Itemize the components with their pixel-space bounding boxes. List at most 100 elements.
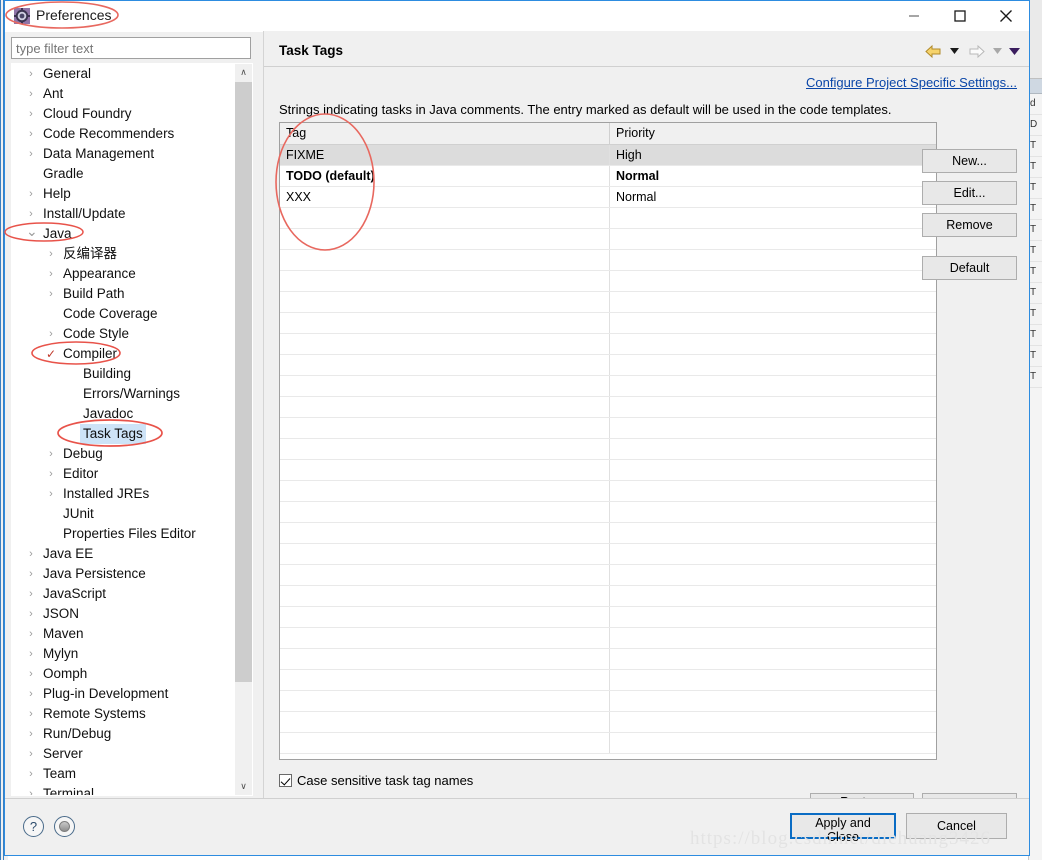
sidebar-item-javascript[interactable]: › JavaScript <box>12 584 235 604</box>
sidebar-item-compiler[interactable]: ✓ Compiler <box>12 344 235 364</box>
sidebar-item-editor[interactable]: › Editor <box>12 464 235 484</box>
table-row-empty[interactable] <box>280 565 936 586</box>
chevron-right-icon[interactable]: › <box>26 644 36 664</box>
sidebar-item-help[interactable]: › Help <box>12 184 235 204</box>
sidebar-item-run-debug[interactable]: › Run/Debug <box>12 724 235 744</box>
table-row[interactable]: FIXME High <box>280 145 936 166</box>
chevron-right-icon[interactable]: › <box>26 84 36 104</box>
chevron-right-icon[interactable]: › <box>26 124 36 144</box>
chevron-right-icon[interactable]: › <box>26 584 36 604</box>
sidebar-item-plug-in-development[interactable]: › Plug-in Development <box>12 684 235 704</box>
chevron-right-icon[interactable]: › <box>26 144 36 164</box>
table-row-empty[interactable] <box>280 460 936 481</box>
table-row-empty[interactable] <box>280 670 936 691</box>
table-row-empty[interactable] <box>280 544 936 565</box>
table-row-empty[interactable] <box>280 481 936 502</box>
sidebar-item-ant[interactable]: › Ant <box>12 84 235 104</box>
table-row-empty[interactable] <box>280 229 936 250</box>
tree-scrollbar[interactable]: ∧ ∨ <box>235 64 252 795</box>
chevron-right-icon[interactable]: › <box>46 264 56 284</box>
table-row-empty[interactable] <box>280 523 936 544</box>
sidebar-item-team[interactable]: › Team <box>12 764 235 784</box>
new-button[interactable]: New... <box>922 149 1017 173</box>
sidebar-item-terminal[interactable]: › Terminal <box>12 784 235 795</box>
chevron-right-icon[interactable]: › <box>46 284 56 304</box>
table-row-empty[interactable] <box>280 712 936 733</box>
shell-circle-icon[interactable] <box>54 816 75 837</box>
preferences-tree[interactable]: › General › Ant › Cloud Foundry › Code Recommen… <box>11 63 253 796</box>
search-input[interactable] <box>11 37 251 59</box>
sidebar-item-remote-systems[interactable]: › Remote Systems <box>12 704 235 724</box>
table-row-empty[interactable] <box>280 502 936 523</box>
sidebar-item-server[interactable]: › Server <box>12 744 235 764</box>
sidebar-item-mylyn[interactable]: › Mylyn <box>12 644 235 664</box>
table-row-empty[interactable] <box>280 334 936 355</box>
table-row-empty[interactable] <box>280 418 936 439</box>
chevron-down-icon[interactable]: ⌄ <box>26 224 38 244</box>
chevron-right-icon[interactable]: › <box>26 784 36 795</box>
sidebar-item-errors-warnings[interactable]: Errors/Warnings <box>12 384 235 404</box>
default-button[interactable]: Default <box>922 256 1017 280</box>
edit-button[interactable]: Edit... <box>922 181 1017 205</box>
configure-project-specific-settings-link[interactable]: Configure Project Specific Settings... <box>806 75 1017 90</box>
table-row-empty[interactable] <box>280 607 936 628</box>
scrollbar-thumb[interactable] <box>235 82 252 682</box>
sidebar-item-data-management[interactable]: › Data Management <box>12 144 235 164</box>
minimize-button[interactable] <box>891 1 937 31</box>
sidebar-item-installed-jres[interactable]: › Installed JREs <box>12 484 235 504</box>
sidebar-item-json[interactable]: › JSON <box>12 604 235 624</box>
table-row-empty[interactable] <box>280 439 936 460</box>
sidebar-item-oomph[interactable]: › Oomph <box>12 664 235 684</box>
sidebar-item-java[interactable]: ⌄ Java <box>12 224 235 244</box>
table-row-empty[interactable] <box>280 208 936 229</box>
table-row[interactable]: TODO (default) Normal <box>280 166 936 187</box>
column-header-tag[interactable]: Tag <box>280 123 610 144</box>
chevron-right-icon[interactable]: › <box>26 604 36 624</box>
chevron-right-icon[interactable]: › <box>46 324 56 344</box>
chevron-right-icon[interactable]: › <box>26 704 36 724</box>
chevron-right-icon[interactable]: › <box>46 484 56 504</box>
chevron-right-icon[interactable]: › <box>26 204 36 224</box>
table-row-empty[interactable] <box>280 250 936 271</box>
sidebar-item-gradle[interactable]: Gradle <box>12 164 235 184</box>
menu-dropdown-caret-icon[interactable] <box>1008 41 1021 61</box>
question-mark-icon[interactable]: ? <box>23 816 44 837</box>
chevron-right-icon[interactable]: › <box>26 184 36 204</box>
chevron-right-icon[interactable]: › <box>46 464 56 484</box>
table-row-empty[interactable] <box>280 397 936 418</box>
table-row-empty[interactable] <box>280 733 936 754</box>
sidebar-item-code-style[interactable]: › Code Style <box>12 324 235 344</box>
chevron-right-icon[interactable]: › <box>26 104 36 124</box>
sidebar-item-install-update[interactable]: › Install/Update <box>12 204 235 224</box>
sidebar-item-properties-files-editor[interactable]: Properties Files Editor <box>12 524 235 544</box>
sidebar-item-code-coverage[interactable]: Code Coverage <box>12 304 235 324</box>
remove-button[interactable]: Remove <box>922 213 1017 237</box>
sidebar-item-maven[interactable]: › Maven <box>12 624 235 644</box>
chevron-right-icon[interactable]: › <box>26 744 36 764</box>
sidebar-item-appearance[interactable]: › Appearance <box>12 264 235 284</box>
table-row[interactable]: XXX Normal <box>280 187 936 208</box>
sidebar-item-building[interactable]: Building <box>12 364 235 384</box>
chevron-right-icon[interactable]: › <box>26 64 36 84</box>
table-row-empty[interactable] <box>280 292 936 313</box>
table-row-empty[interactable] <box>280 649 936 670</box>
sidebar-item-[interactable]: › 反编译器 <box>12 244 235 264</box>
sidebar-item-junit[interactable]: JUnit <box>12 504 235 524</box>
chevron-right-icon[interactable]: › <box>26 544 36 564</box>
chevron-right-icon[interactable]: › <box>26 624 36 644</box>
forward-dropdown-caret-icon[interactable] <box>991 41 1004 61</box>
chevron-right-icon[interactable]: › <box>26 764 36 784</box>
table-row-empty[interactable] <box>280 691 936 712</box>
sidebar-item-build-path[interactable]: › Build Path <box>12 284 235 304</box>
chevron-right-icon[interactable]: › <box>46 444 56 464</box>
case-sensitive-checkbox[interactable] <box>279 773 292 787</box>
task-tags-table[interactable]: Tag Priority FIXME High TODO (default) Norm… <box>279 122 937 760</box>
sidebar-item-cloud-foundry[interactable]: › Cloud Foundry <box>12 104 235 124</box>
chevron-right-icon[interactable]: › <box>26 724 36 744</box>
table-row-empty[interactable] <box>280 586 936 607</box>
scroll-down-arrow-icon[interactable]: ∨ <box>235 778 252 795</box>
sidebar-item-java-ee[interactable]: › Java EE <box>12 544 235 564</box>
back-dropdown-caret-icon[interactable] <box>948 41 961 61</box>
sidebar-item-general[interactable]: › General <box>12 64 235 84</box>
close-button[interactable] <box>983 1 1029 31</box>
